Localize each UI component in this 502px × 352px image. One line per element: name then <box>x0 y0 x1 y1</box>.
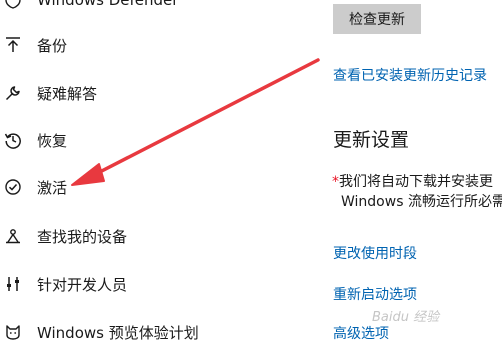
history-icon <box>4 131 22 149</box>
windows-update-panel: 检查更新 查看已安装更新历史记录 更新设置 *我们将自动下载并安装更 Windo… <box>300 0 502 348</box>
change-active-hours-link[interactable]: 更改使用时段 <box>333 243 417 263</box>
sidebar-item-label: 针对开发人员 <box>37 275 128 294</box>
auto-update-description-line-1: *我们将自动下载并安装更 <box>332 171 493 191</box>
sidebar-item-label: Windows Defender <box>37 0 179 9</box>
sidebar-item-windows-insider[interactable]: Windows 预览体验计划 <box>0 312 290 352</box>
advanced-options-link[interactable]: 高级选项 <box>333 323 389 343</box>
insider-cat-icon <box>4 323 22 341</box>
sidebar-item-label: 查找我的设备 <box>37 227 128 246</box>
sidebar-item-find-my-device[interactable]: 查找我的设备 <box>0 216 290 256</box>
sidebar-item-backup[interactable]: 备份 <box>0 25 290 65</box>
required-asterisk: * <box>332 174 339 190</box>
find-device-icon <box>4 227 22 245</box>
auto-update-description-line-2: Windows 流畅运行所必需 <box>341 194 502 210</box>
sidebar-item-for-developers[interactable]: 针对开发人员 <box>0 264 290 304</box>
sidebar-item-troubleshoot[interactable]: 疑难解答 <box>0 73 290 113</box>
update-settings-heading: 更新设置 <box>333 129 410 151</box>
sidebar-item-windows-defender[interactable]: Windows Defender <box>0 0 290 20</box>
backup-arrow-icon <box>4 36 22 54</box>
restart-options-link[interactable]: 重新启动选项 <box>333 284 417 304</box>
wrench-icon <box>4 84 22 102</box>
sidebar-item-activation[interactable]: 激活 <box>0 167 290 207</box>
watermark: Baidu 经验 <box>372 310 440 325</box>
sidebar-item-recovery[interactable]: 恢复 <box>0 120 290 160</box>
sidebar-item-label: 激活 <box>37 178 68 197</box>
sidebar-item-label: Windows 预览体验计划 <box>37 323 199 342</box>
view-update-history-link[interactable]: 查看已安装更新历史记录 <box>333 65 487 85</box>
developer-tools-icon <box>4 275 22 293</box>
description-text: 我们将自动下载并安装更 <box>339 174 493 190</box>
check-circle-icon <box>4 178 22 196</box>
shield-icon <box>4 0 22 9</box>
settings-sidebar: Windows Defender 备份 疑难解答 恢复 激活 查找我的设备 针对… <box>0 0 300 348</box>
sidebar-item-label: 疑难解答 <box>37 84 98 103</box>
check-for-updates-button[interactable]: 检查更新 <box>333 4 421 34</box>
sidebar-item-label: 备份 <box>37 36 68 55</box>
sidebar-item-label: 恢复 <box>37 131 68 150</box>
